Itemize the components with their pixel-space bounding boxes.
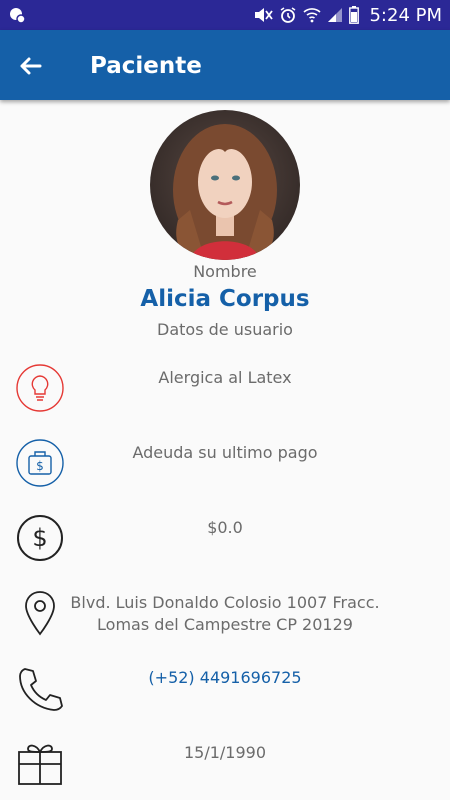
- wifi-icon: [303, 8, 322, 23]
- phone-icon: [19, 668, 63, 711]
- section-subtitle: Datos de usuario: [157, 320, 293, 339]
- lightbulb-icon: [16, 364, 64, 412]
- page-title: Paciente: [90, 53, 202, 79]
- patient-name: Alicia Corpus: [140, 286, 310, 312]
- status-icons: 5:24 PM: [253, 0, 442, 30]
- app-bar: Paciente: [0, 30, 450, 100]
- payment-status-text: Adeuda su ultimo pago: [132, 443, 318, 462]
- notification-icon: [10, 8, 26, 24]
- name-label: Nombre: [193, 262, 257, 281]
- status-bar: 5:24 PM: [0, 0, 450, 30]
- battery-icon: [349, 6, 360, 24]
- arrow-back-icon[interactable]: [14, 50, 46, 82]
- status-time: 5:24 PM: [369, 4, 442, 26]
- svg-text:$: $: [36, 459, 44, 473]
- address-line-2: Lomas del Campestre CP 20129: [97, 615, 353, 634]
- avatar: [150, 110, 300, 260]
- address-line-1: Blvd. Luis Donaldo Colosio 1007 Fracc.: [70, 593, 380, 612]
- address-text: Blvd. Luis Donaldo Colosio 1007 Fracc. L…: [70, 592, 380, 636]
- alarm-icon: [281, 7, 296, 23]
- mute-icon: [255, 8, 274, 22]
- dollar-icon: $: [17, 515, 63, 561]
- signal-icon: [328, 8, 343, 22]
- allergy-text: Alergica al Latex: [158, 368, 292, 387]
- gift-icon: [18, 744, 62, 785]
- phone-link[interactable]: (+52) 4491696725: [70, 667, 380, 689]
- balance-text: $0.0: [207, 518, 243, 537]
- location-pin-icon: [25, 591, 55, 636]
- money-bag-icon: $: [16, 439, 64, 487]
- svg-text:$: $: [32, 524, 47, 552]
- birthday-text: 15/1/1990: [183, 743, 267, 762]
